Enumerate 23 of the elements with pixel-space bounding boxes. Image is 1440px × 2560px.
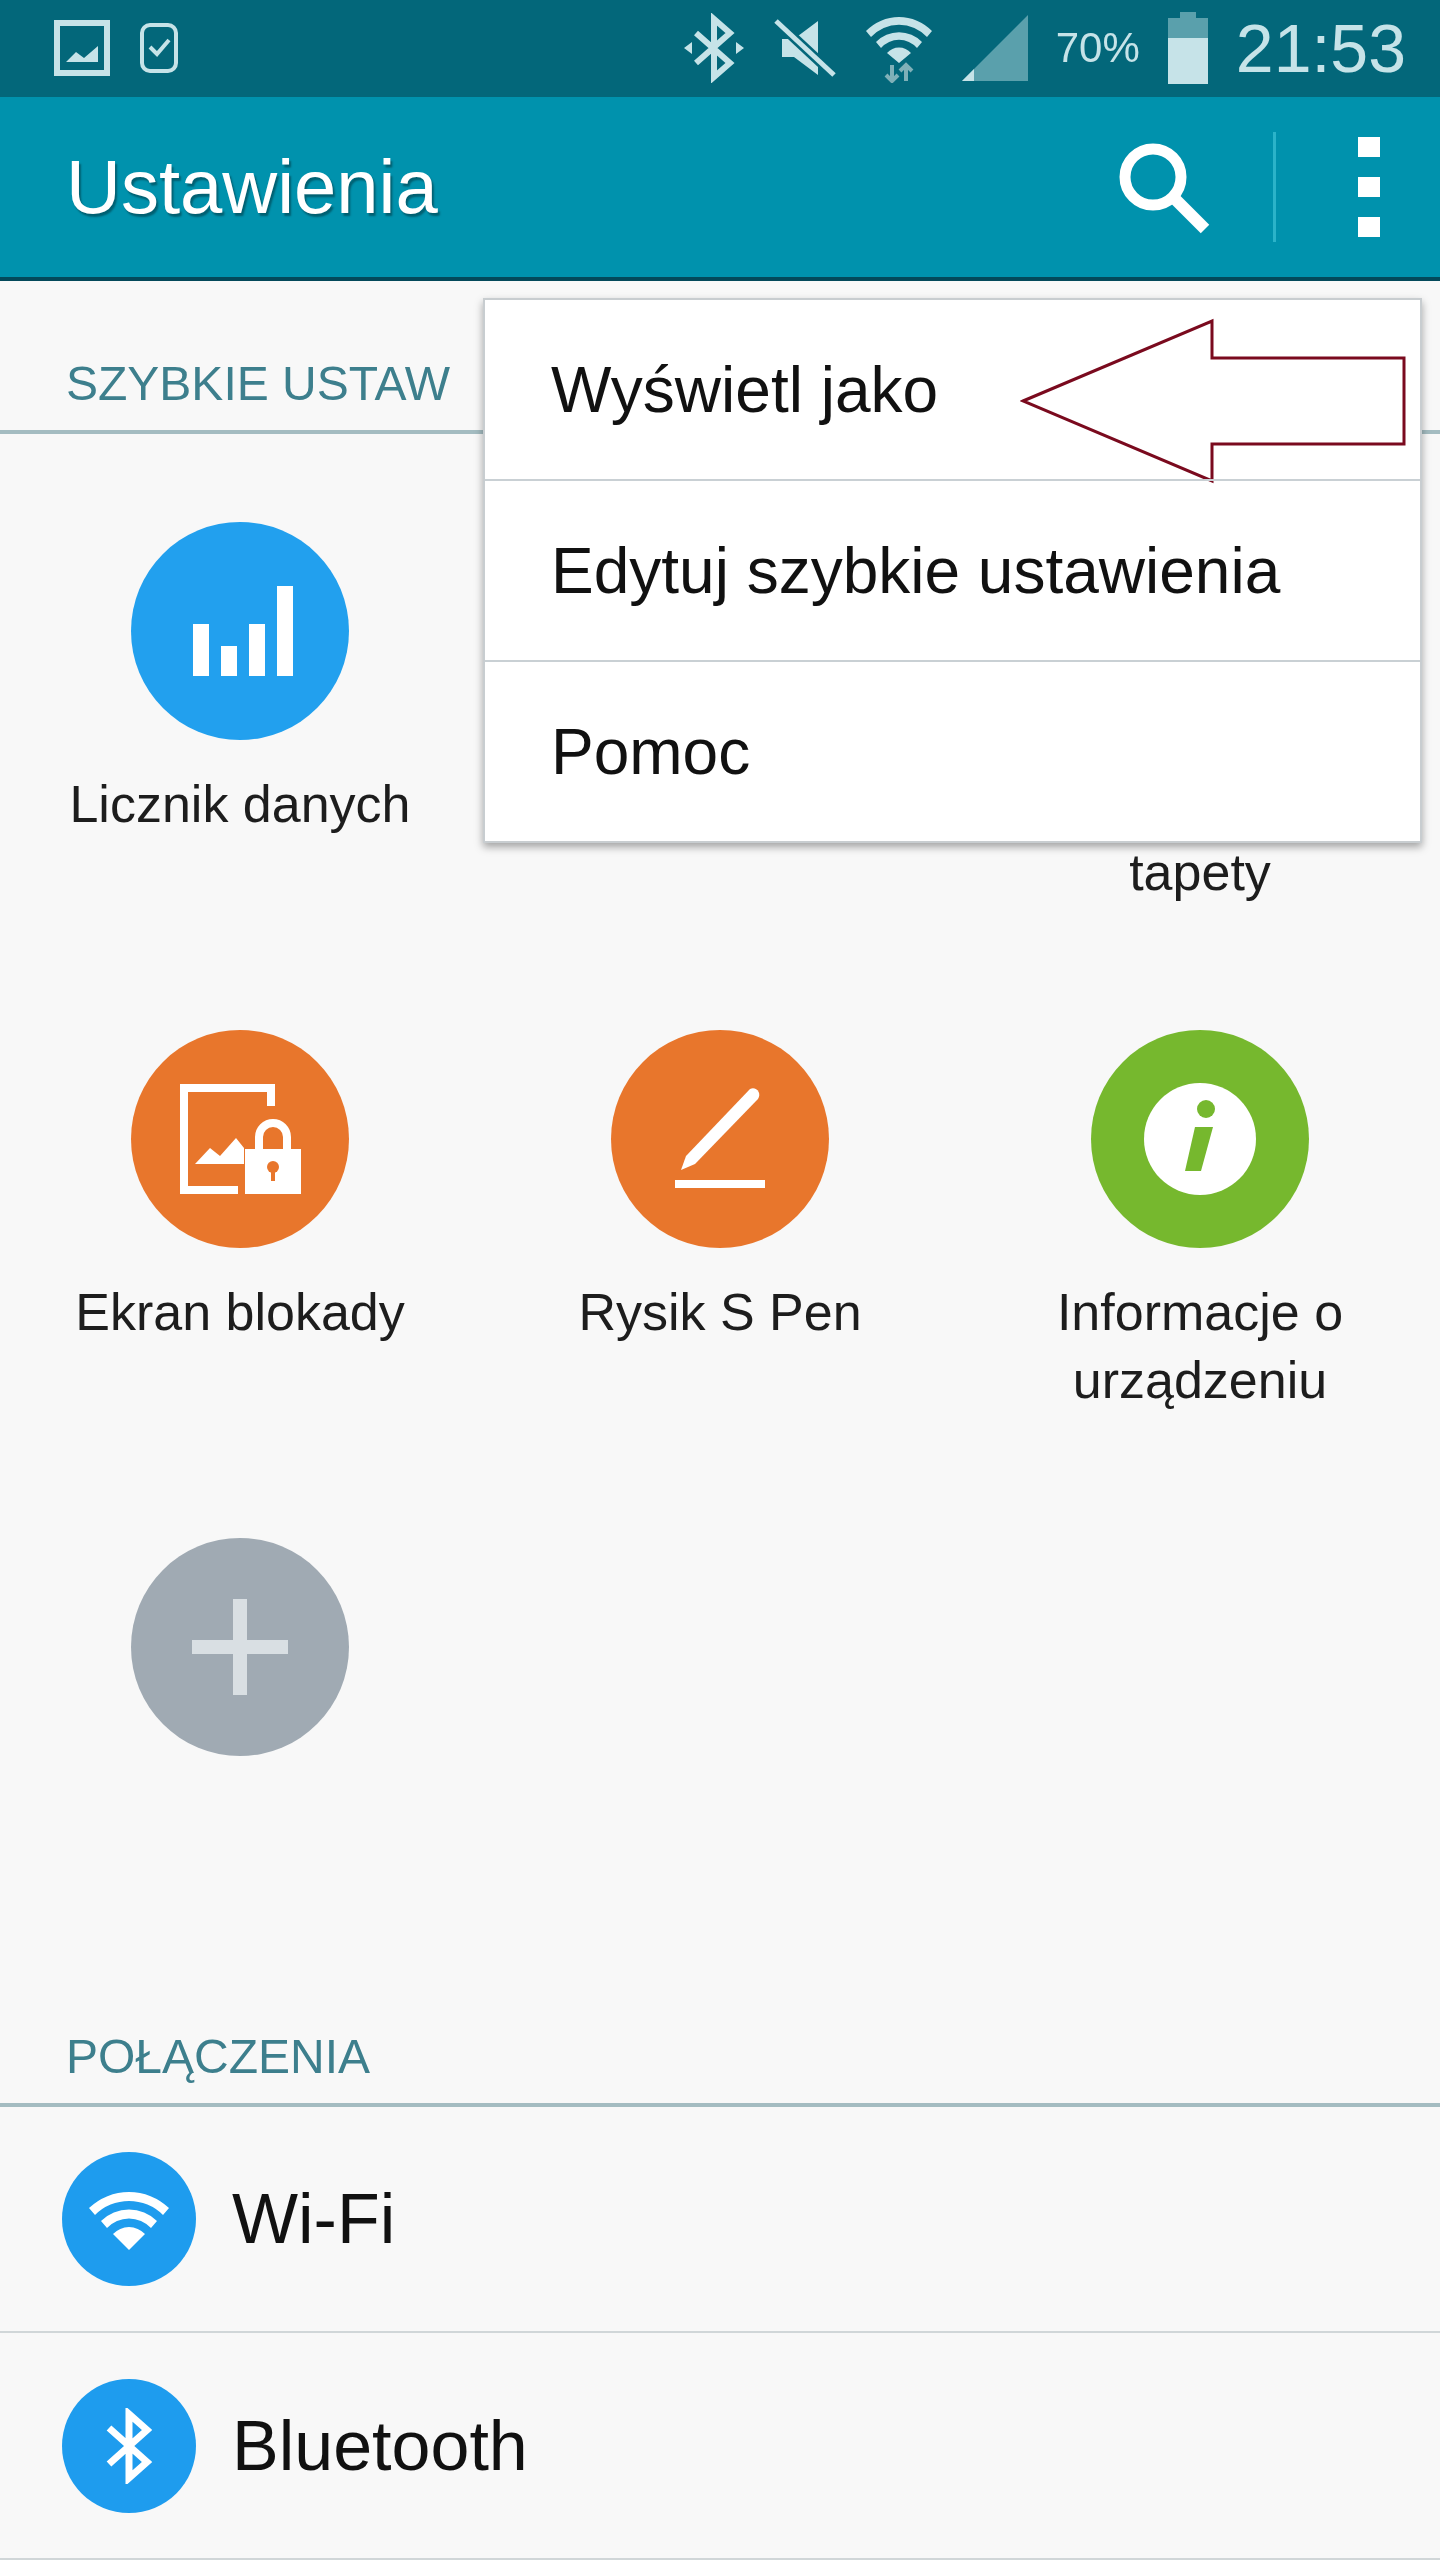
settings-row[interactable]: Bluetooth <box>0 2333 1440 2560</box>
menu-icon[interactable] <box>1358 136 1380 237</box>
settings-row[interactable]: Wi-Fi <box>0 2106 1440 2334</box>
tile-label: Licznik danych <box>68 773 412 835</box>
tile-label: Informacje o urządzeniu <box>1055 1281 1345 1411</box>
battery-icon <box>1165 12 1210 85</box>
row-label: Bluetooth <box>232 2405 528 2486</box>
clock: 21:53 <box>1235 9 1406 88</box>
tile-label: tapety <box>1128 841 1272 903</box>
screen-title: Ustawienia <box>66 143 439 231</box>
picture-icon <box>54 20 110 77</box>
menu-item[interactable]: Pomoc <box>485 660 1420 841</box>
plus-icon <box>192 1598 288 1695</box>
tile-label: Rysik S Pen <box>577 1281 863 1343</box>
mute-icon <box>771 17 838 80</box>
tile-label: Ekran blokady <box>74 1281 406 1343</box>
battery-percent: 70% <box>1055 24 1140 73</box>
section-header: SZYBKIE USTAW <box>66 356 451 410</box>
section-header: POŁĄCZENIA <box>66 2029 371 2083</box>
row-label: Wi-Fi <box>232 2179 396 2260</box>
bluetooth-icon <box>104 2407 154 2484</box>
menu-item[interactable]: Edytuj szybkie ustawienia <box>485 479 1420 660</box>
menu-item[interactable]: Wyświetl jako <box>485 300 1420 479</box>
